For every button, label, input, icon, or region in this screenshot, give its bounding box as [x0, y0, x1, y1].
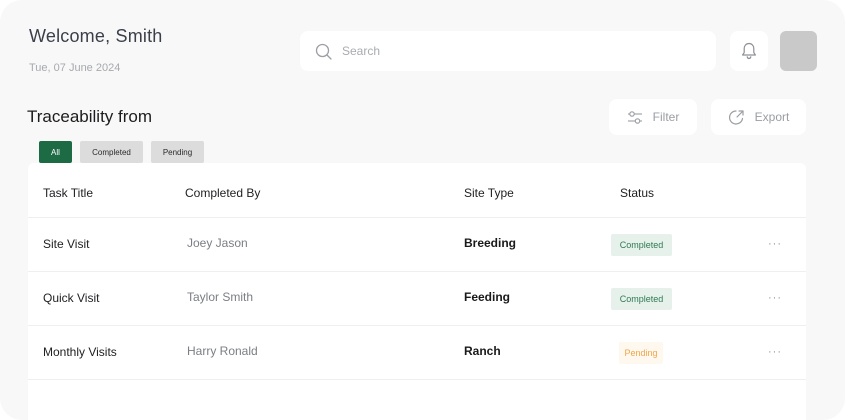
avatar[interactable]	[780, 31, 817, 71]
tab-pending[interactable]: Pending	[151, 141, 204, 163]
site-type: Breeding	[464, 236, 517, 250]
sliders-icon	[627, 110, 642, 124]
table-row[interactable]: Site Visit Joey Jason Breeding Completed…	[28, 218, 806, 272]
filter-label: Filter	[652, 110, 680, 124]
completed-by: Taylor Smith	[187, 290, 254, 304]
row-more-menu[interactable]: ···	[768, 293, 784, 304]
column-header-task-title[interactable]: Task Title	[43, 186, 93, 200]
status-badge: Completed	[611, 288, 672, 310]
table-row[interactable]: Monthly Visits Harry Ronald Ranch Pendin…	[28, 326, 806, 380]
welcome-heading: Welcome, Smith	[29, 26, 163, 46]
task-title: Quick Visit	[43, 291, 100, 305]
table-header-row: Task Title Completed By Site Type Status	[28, 163, 806, 218]
task-title: Site Visit	[43, 237, 90, 251]
search-bar[interactable]	[300, 31, 716, 71]
column-header-status[interactable]: Status	[620, 186, 654, 200]
column-header-completed-by[interactable]: Completed By	[185, 186, 260, 200]
completed-by: Joey Jason	[187, 236, 248, 250]
row-more-menu[interactable]: ···	[768, 347, 784, 358]
export-icon	[728, 109, 744, 125]
task-title: Monthly Visits	[43, 345, 117, 359]
tab-completed[interactable]: Completed	[80, 141, 143, 163]
site-type: Ranch	[464, 344, 501, 358]
search-input[interactable]	[342, 44, 682, 58]
search-icon	[314, 42, 332, 60]
row-more-menu[interactable]: ···	[768, 239, 784, 250]
site-type: Feeding	[464, 290, 511, 304]
table-row[interactable]: Quick Visit Taylor Smith Feeding Complet…	[28, 272, 806, 326]
status-badge: Completed	[611, 234, 672, 256]
notifications-button[interactable]	[730, 31, 768, 71]
current-date: Tue, 07 June 2024	[29, 62, 121, 74]
status-badge: Pending	[619, 342, 663, 364]
export-label: Export	[754, 110, 790, 124]
bell-icon	[742, 42, 756, 60]
column-header-site-type[interactable]: Site Type	[464, 186, 514, 200]
export-button[interactable]: Export	[711, 99, 806, 135]
page-title: Traceability from	[27, 107, 153, 126]
app-frame: Welcome, Smith Tue, 07 June 2024 Traceab…	[0, 0, 845, 420]
tasks-table: Task Title Completed By Site Type Status…	[28, 163, 806, 420]
completed-by: Harry Ronald	[187, 344, 258, 358]
tab-all[interactable]: All	[39, 141, 72, 163]
filter-button[interactable]: Filter	[609, 99, 697, 135]
